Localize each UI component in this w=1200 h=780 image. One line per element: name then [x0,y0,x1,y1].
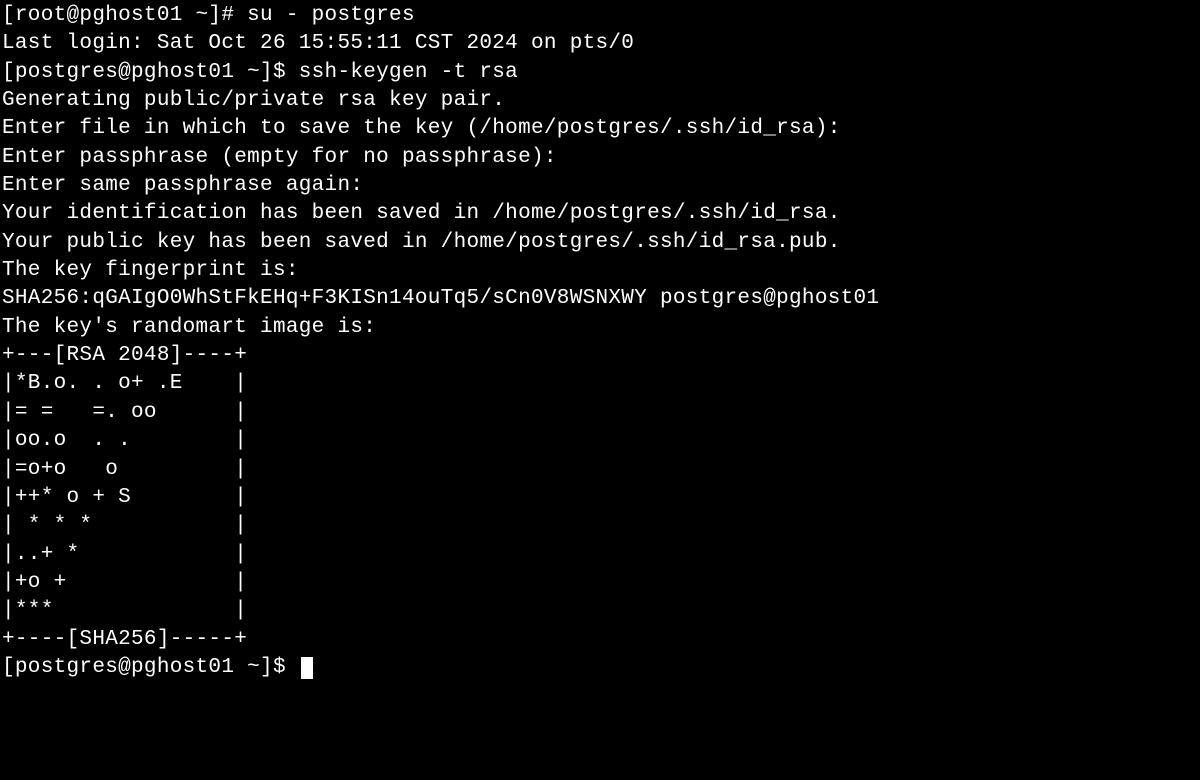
randomart-line: +----[SHA256]-----+ [2,626,1200,654]
randomart-line: |*** | [2,597,1200,625]
terminal-line: Generating public/private rsa key pair. [2,87,1200,115]
prompt-line[interactable]: [postgres@pghost01 ~]$ [2,654,1200,682]
randomart-line: |+o + | [2,569,1200,597]
terminal-line: The key fingerprint is: [2,257,1200,285]
terminal-line: Last login: Sat Oct 26 15:55:11 CST 2024… [2,30,1200,58]
randomart-line: |*B.o. . o+ .E | [2,370,1200,398]
cursor-icon [301,657,313,679]
randomart-line: | * * * | [2,512,1200,540]
terminal-line: Enter file in which to save the key (/ho… [2,115,1200,143]
randomart-line: |++* o + S | [2,484,1200,512]
randomart-line: +---[RSA 2048]----+ [2,342,1200,370]
randomart-line: |=o+o o | [2,456,1200,484]
randomart-line: |= = =. oo | [2,399,1200,427]
terminal-line: Enter same passphrase again: [2,172,1200,200]
terminal-line: Your identification has been saved in /h… [2,200,1200,228]
randomart-line: |oo.o . . | [2,427,1200,455]
randomart-line: |..+ * | [2,541,1200,569]
terminal-line: Your public key has been saved in /home/… [2,229,1200,257]
terminal-line: The key's randomart image is: [2,314,1200,342]
terminal-output[interactable]: [root@pghost01 ~]# su - postgres Last lo… [2,2,1200,682]
terminal-line: Enter passphrase (empty for no passphras… [2,144,1200,172]
terminal-line: [root@pghost01 ~]# su - postgres [2,2,1200,30]
prompt-text: [postgres@pghost01 ~]$ [2,656,299,679]
terminal-line: [postgres@pghost01 ~]$ ssh-keygen -t rsa [2,59,1200,87]
terminal-line: SHA256:qGAIgO0WhStFkEHq+F3KISn14ouTq5/sC… [2,285,1200,313]
